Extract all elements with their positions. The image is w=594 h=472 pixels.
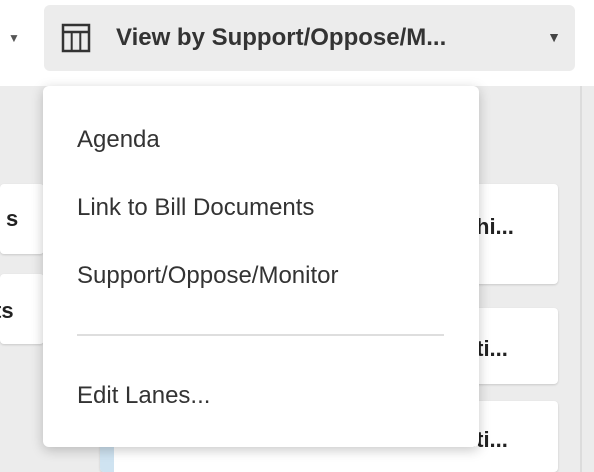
menu-item-edit-lanes[interactable]: Edit Lanes...: [77, 382, 210, 410]
menu-item-support-oppose-monitor[interactable]: Support/Oppose/Monitor: [77, 262, 338, 290]
menu-item-link-to-bill-documents[interactable]: Link to Bill Documents: [77, 194, 314, 222]
view-by-dropdown-button[interactable]: View by Support/Oppose/M... ▼: [44, 5, 575, 71]
view-by-menu: Agenda Link to Bill Documents Support/Op…: [43, 86, 479, 447]
caret-down-icon: ▼: [547, 29, 561, 45]
card-title: s: [6, 206, 19, 231]
caret-down-icon[interactable]: ▼: [8, 31, 20, 45]
card-title: hi...: [476, 214, 514, 239]
menu-divider: [77, 334, 444, 336]
view-by-label: View by Support/Oppose/M...: [116, 24, 447, 51]
table-columns-icon: [60, 22, 92, 54]
lane-card[interactable]: s: [0, 184, 44, 254]
lane-card[interactable]: ts: [0, 274, 44, 344]
lane-divider: [580, 86, 582, 472]
menu-item-agenda[interactable]: Agenda: [77, 126, 160, 154]
card-title: ts: [0, 298, 14, 323]
